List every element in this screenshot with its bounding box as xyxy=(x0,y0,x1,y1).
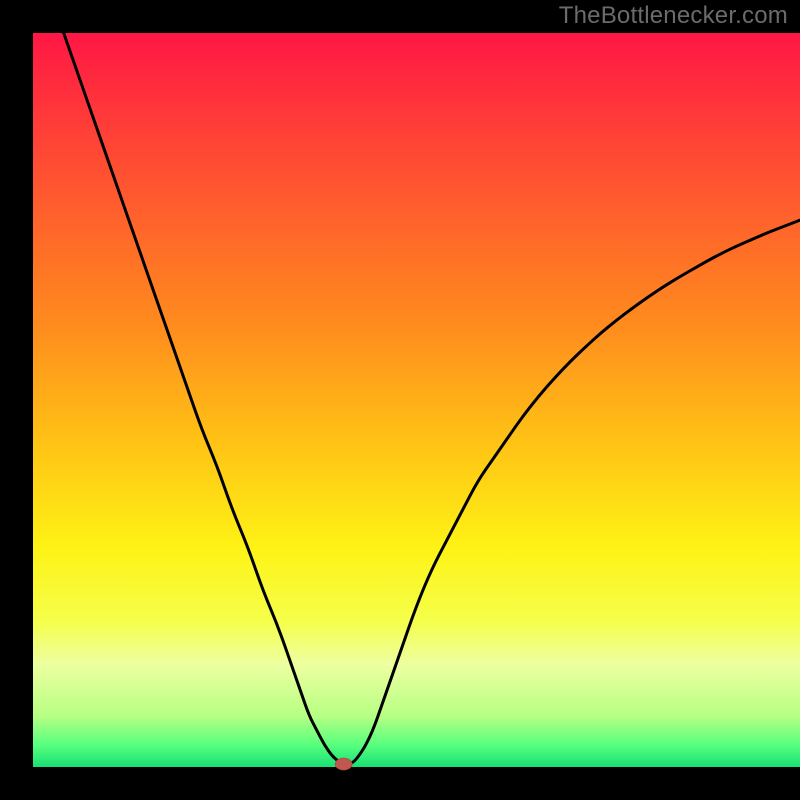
bottleneck-chart xyxy=(0,0,800,800)
chart-container: TheBottlenecker.com xyxy=(0,0,800,800)
optimal-point-marker xyxy=(335,758,352,770)
chart-background xyxy=(33,33,800,767)
watermark-text: TheBottlenecker.com xyxy=(559,2,788,30)
